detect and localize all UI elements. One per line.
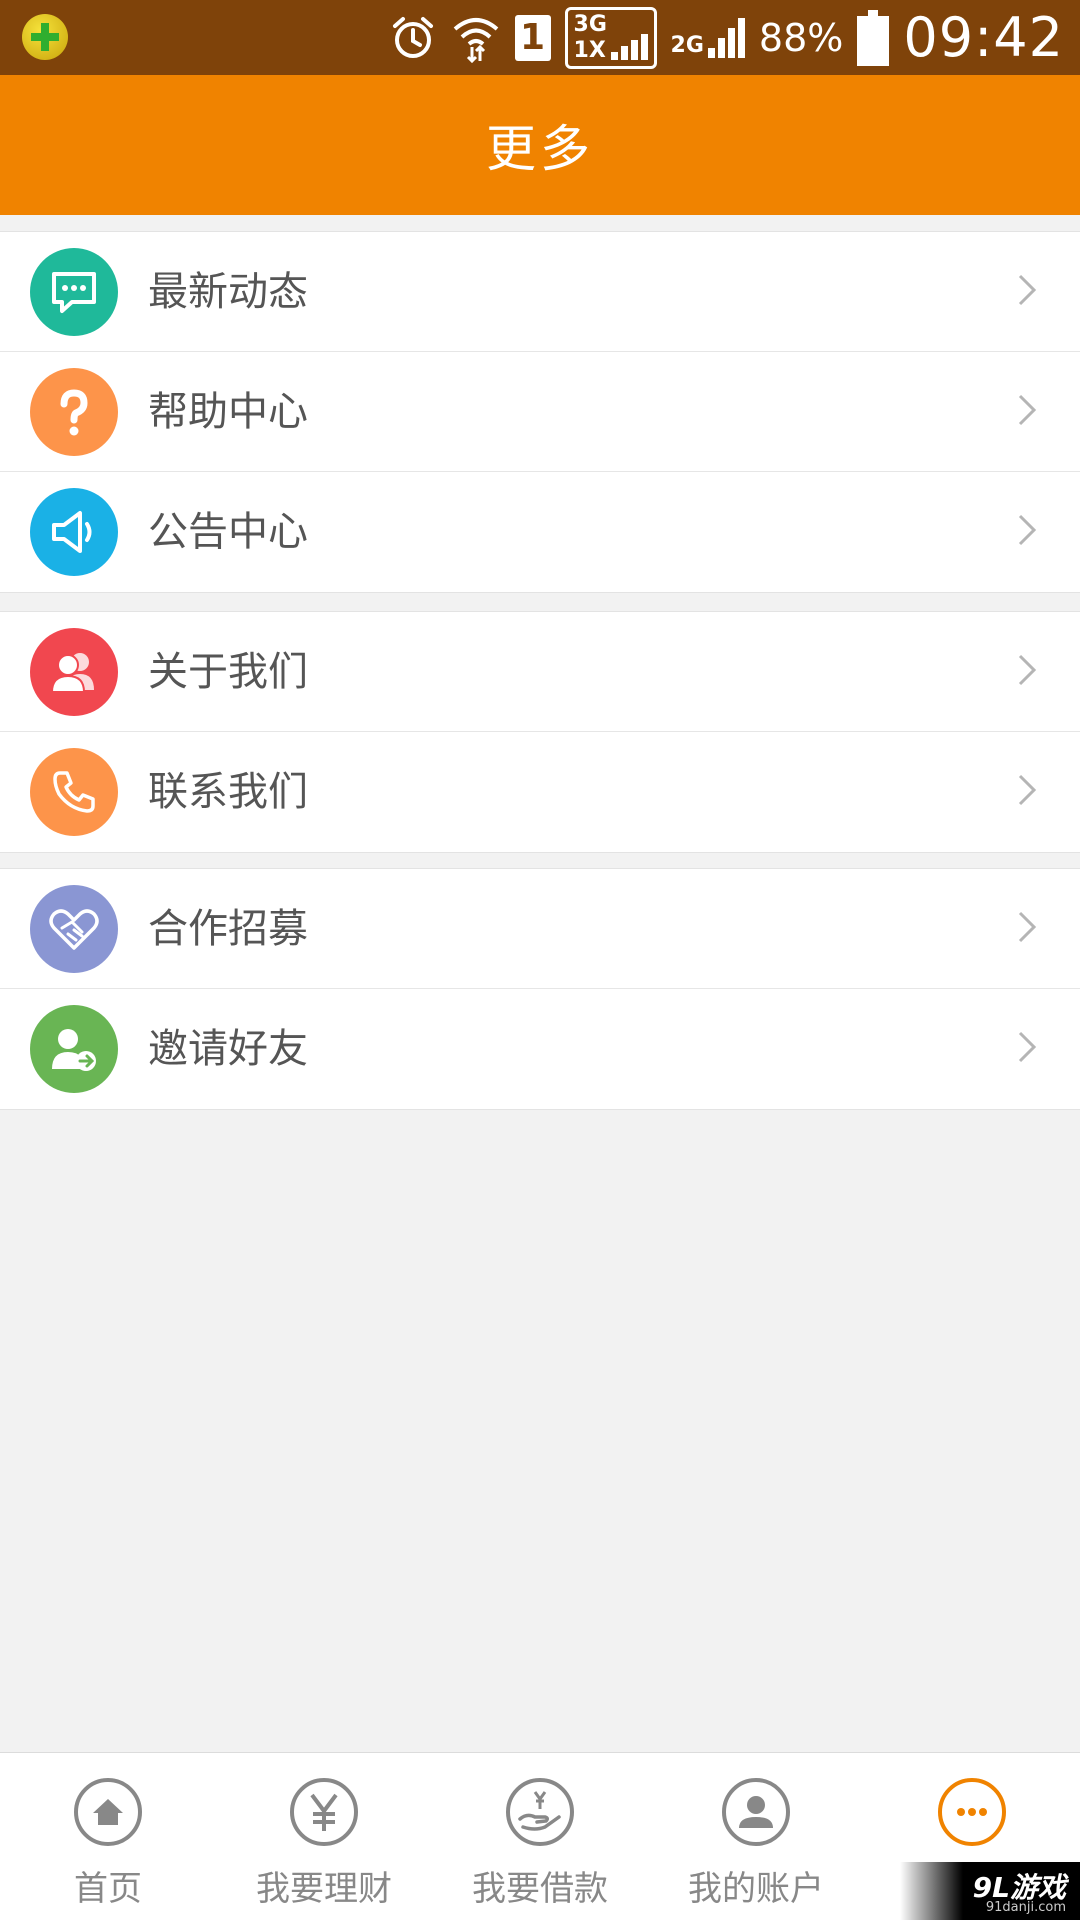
menu-group-1: 最新动态 帮助中心 公告中心 [0, 231, 1080, 593]
account-icon [722, 1778, 790, 1846]
home-icon [74, 1778, 142, 1846]
menu-item-label: 帮助中心 [148, 389, 308, 435]
chevron-right-icon [1018, 654, 1037, 686]
menu-item-label: 联系我们 [148, 769, 308, 815]
chevron-right-icon [1018, 514, 1037, 546]
watermark-sub: 91danji.com [985, 1900, 1066, 1915]
menu-item-label: 公告中心 [148, 509, 308, 555]
menu-item-contact-us[interactable]: 联系我们 [0, 732, 1080, 852]
loan-hand-icon [506, 1778, 574, 1846]
message-icon [30, 248, 118, 336]
chevron-right-icon [1018, 274, 1037, 306]
menu-item-announcement-center[interactable]: 公告中心 [0, 472, 1080, 592]
menu-group-2: 关于我们 联系我们 [0, 611, 1080, 853]
watermark: 9L游戏 91danji.com [900, 1862, 1080, 1920]
network-3g-1x-icon: 3G 1X [564, 6, 657, 69]
question-icon [30, 368, 118, 456]
people-icon [30, 628, 118, 716]
megaphone-icon [30, 488, 118, 576]
more-icon [938, 1778, 1006, 1846]
tab-label: 首页 [74, 1869, 142, 1909]
tab-home[interactable]: 首页 [0, 1753, 216, 1920]
menu-item-label: 关于我们 [148, 649, 308, 695]
menu-item-label: 合作招募 [148, 906, 308, 952]
menu-item-help-center[interactable]: 帮助中心 [0, 352, 1080, 472]
page-title: 更多 [486, 120, 594, 178]
chevron-right-icon [1018, 1031, 1037, 1063]
app-notification-icon [22, 14, 68, 60]
yen-icon [290, 1778, 358, 1846]
wifi-icon [453, 17, 498, 63]
phone-icon [30, 748, 118, 836]
menu-group-3: 合作招募 邀请好友 [0, 868, 1080, 1110]
tab-label: 我要借款 [472, 1869, 608, 1909]
handshake-icon [30, 885, 118, 973]
status-bar: 1 3G 1X 2G 88% 09:42 [0, 0, 1080, 75]
app-header: 更多 [0, 75, 1080, 215]
tab-my-account[interactable]: 我的账户 [648, 1753, 864, 1920]
menu-item-about-us[interactable]: 关于我们 [0, 612, 1080, 732]
menu-item-label: 邀请好友 [148, 1026, 308, 1072]
network-2g-label: 2G [670, 32, 704, 58]
tab-label: 我要理财 [256, 1869, 392, 1909]
chevron-right-icon [1018, 774, 1037, 806]
alarm-icon [392, 16, 433, 58]
tab-borrow[interactable]: 我要借款 [432, 1753, 648, 1920]
battery-percent: 88% [758, 15, 844, 60]
tab-label: 我的账户 [688, 1869, 824, 1909]
menu-item-label: 最新动态 [148, 269, 308, 315]
status-icons: 1 3G 1X 2G 88% 09:42 [389, 0, 1064, 75]
chevron-right-icon [1018, 911, 1037, 943]
menu-item-partnership-recruitment[interactable]: 合作招募 [0, 869, 1080, 989]
chevron-right-icon [1018, 394, 1037, 426]
menu-item-latest-news[interactable]: 最新动态 [0, 232, 1080, 352]
clock: 09:42 [903, 6, 1064, 69]
tab-invest[interactable]: 我要理财 [216, 1753, 432, 1920]
sim-number: 1 [520, 17, 546, 58]
menu-item-invite-friends[interactable]: 邀请好友 [0, 989, 1080, 1109]
signal-2g-icon: 2G [670, 17, 745, 58]
battery-icon [857, 9, 890, 66]
sim-card-icon: 1 [514, 14, 551, 61]
invite-user-icon [30, 1005, 118, 1093]
